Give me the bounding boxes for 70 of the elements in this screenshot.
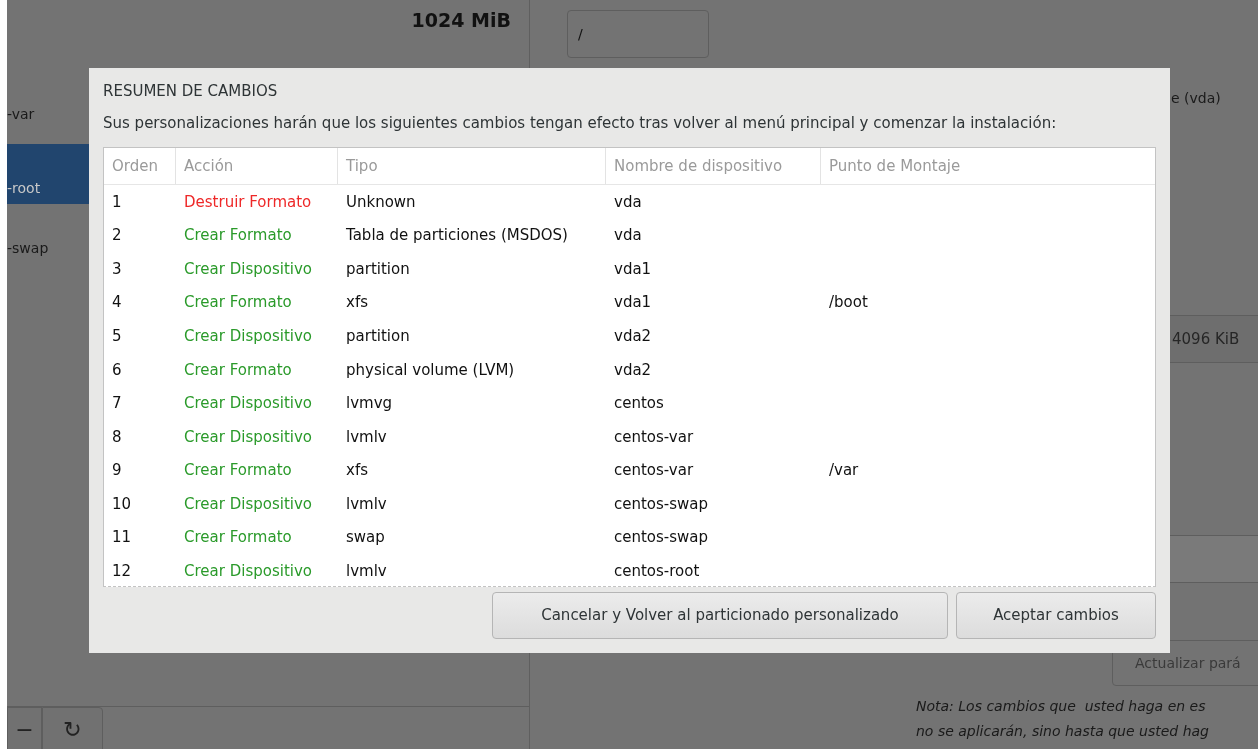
table-cell-text: 7: [111, 393, 123, 415]
size-label: 1024 MiB: [411, 8, 511, 33]
empty-field[interactable]: [1170, 535, 1258, 583]
table-cell-text: 6: [111, 359, 123, 381]
disk-label: e (vda): [1171, 89, 1221, 108]
table-cell-text: vda: [613, 191, 643, 213]
action-cell-text: Crear Dispositivo: [183, 325, 313, 347]
table-cell-text: vda: [613, 225, 643, 247]
column-header[interactable]: Orden: [104, 148, 176, 184]
table-cell-text: Unknown: [345, 191, 417, 213]
action-cell-text: Crear Dispositivo: [183, 393, 313, 415]
table-cell-text: centos-var: [613, 460, 695, 482]
table-cell-text: centos-var: [613, 426, 695, 448]
table-cell-text: partition: [345, 258, 411, 280]
column-header[interactable]: Nombre de dispositivo: [606, 148, 821, 184]
action-cell-text: Crear Formato: [183, 225, 293, 247]
action-cell-text: Crear Dispositivo: [183, 426, 313, 448]
table-cell-text: centos-root: [613, 561, 701, 583]
note-text: Nota: Los cambios que usted haga en es no se aplicarán, sino hasta que usted hag: [916, 697, 1210, 741]
table-cell-text: xfs: [345, 292, 369, 314]
table-cell-text: 8: [111, 426, 123, 448]
column-header[interactable]: Acción: [176, 148, 338, 184]
table-cell-text: lvmlv: [345, 493, 388, 515]
table-cell-text: physical volume (LVM): [345, 359, 516, 381]
table-cell-text: vda2: [613, 325, 653, 347]
table-cell-text: /var: [828, 460, 860, 482]
action-cell-text: Destruir Formato: [183, 191, 313, 213]
action-cell-text: Crear Dispositivo: [183, 258, 313, 280]
block-size-field: 4096 KiB: [1170, 315, 1258, 363]
action-cell-text: Crear Formato: [183, 292, 293, 314]
dialog-title: RESUMEN DE CAMBIOS: [103, 81, 279, 102]
table-cell-text: partition: [345, 325, 411, 347]
column-header[interactable]: Tipo: [338, 148, 606, 184]
dialog-description: Sus personalizaciones harán que los siguientes cambios tengan efecto tras volver al menú principal y comenzar la instalación:: [103, 113, 1058, 134]
action-cell-text: Crear Dispositivo: [183, 493, 313, 515]
table-cell-text: 4: [111, 292, 123, 314]
table-cell-text: 3: [111, 258, 123, 280]
table-cell-text: 9: [111, 460, 123, 482]
table-cell-text: lvmlv: [345, 561, 388, 583]
remove-button[interactable]: −: [7, 707, 42, 749]
table-cell-text: lvmvg: [345, 393, 394, 415]
table-cell-text: 11: [111, 527, 133, 549]
table-cell-text: 12: [111, 561, 133, 583]
device-list-item[interactable]: -var: [7, 84, 89, 144]
table-cell-text: xfs: [345, 460, 369, 482]
table-cell-text: vda2: [613, 359, 653, 381]
table-cell-text: centos-swap: [613, 493, 710, 515]
table-cell-text: centos: [613, 393, 665, 415]
action-cell-text: Crear Formato: [183, 359, 293, 381]
device-list-item[interactable]: -root: [7, 144, 89, 204]
mount-point-field[interactable]: /: [567, 10, 709, 58]
accept-button[interactable]: Aceptar cambios: [956, 592, 1156, 639]
action-cell-text: Crear Formato: [183, 460, 293, 482]
table-cell-text: centos-swap: [613, 527, 710, 549]
table-cell-text: /boot: [828, 292, 869, 314]
table-cell-text: lvmlv: [345, 426, 388, 448]
column-header[interactable]: Punto de Montaje: [821, 148, 1155, 184]
table-cell-text: Tabla de particiones (MSDOS): [345, 225, 569, 247]
table-cell-text: vda1: [613, 258, 653, 280]
action-cell-text: Crear Dispositivo: [183, 561, 313, 583]
refresh-button[interactable]: ↻: [42, 707, 103, 749]
cancel-button[interactable]: Cancelar y Volver al particionado personalizado: [492, 592, 948, 639]
table-cell-text: 1: [111, 191, 123, 213]
action-cell-text: Crear Formato: [183, 527, 293, 549]
table-cell-text: vda1: [613, 292, 653, 314]
table-cell-text: 5: [111, 325, 123, 347]
table-cell-text: 2: [111, 225, 123, 247]
table-cell-text: swap: [345, 527, 386, 549]
device-list-item[interactable]: -swap: [7, 204, 89, 264]
table-cell-text: 10: [111, 493, 133, 515]
